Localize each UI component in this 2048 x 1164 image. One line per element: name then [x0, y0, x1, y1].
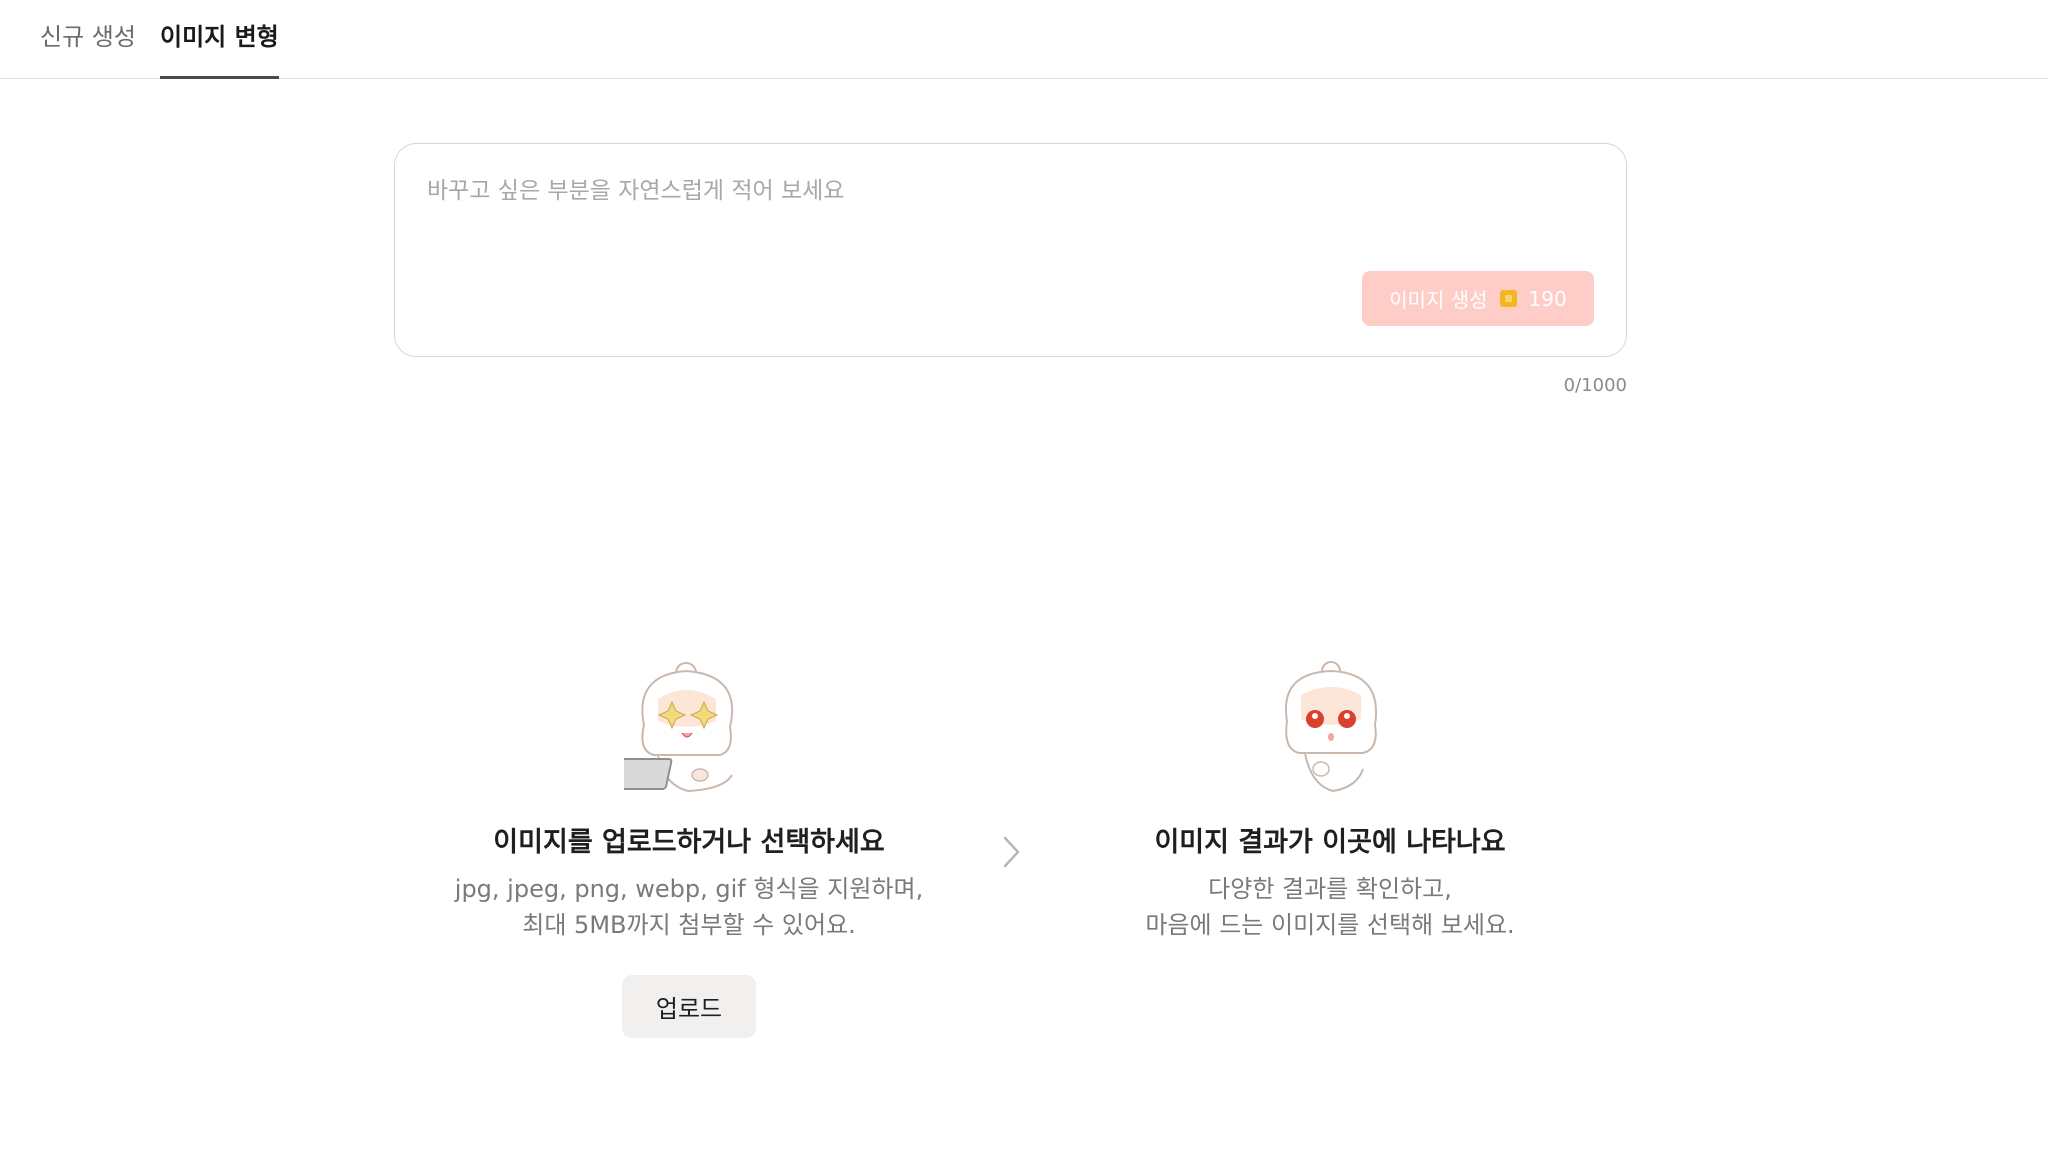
result-panel: 이미지 결과가 이곳에 나타나요 다양한 결과를 확인하고, 마음에 드는 이미… [1070, 655, 1590, 943]
tab-bar: 신규 생성 이미지 변형 [0, 0, 2048, 79]
generate-button-label: 이미지 생성 [1389, 288, 1488, 312]
upload-desc-line2: 최대 5MB까지 첨부할 수 있어요. [522, 911, 856, 939]
upload-panel: 이미지를 업로드하거나 선택하세요 jpg, jpeg, png, webp, … [424, 655, 954, 1038]
upload-description: jpg, jpeg, png, webp, gif 형식을 지원하며, 최대 5… [424, 871, 954, 943]
mascot-curious-illustration [1285, 661, 1377, 793]
coin-icon [1499, 290, 1517, 307]
char-counter: 0/1000 [1563, 375, 1627, 396]
result-title: 이미지 결과가 이곳에 나타나요 [1154, 827, 1506, 858]
mascot-laptop-illustration [624, 662, 734, 793]
result-description: 다양한 결과를 확인하고, 마음에 드는 이미지를 선택해 보세요. [1070, 871, 1590, 943]
upload-desc-line1: jpg, jpeg, png, webp, gif 형식을 지원하며, [454, 875, 924, 903]
result-desc-line2: 마음에 드는 이미지를 선택해 보세요. [1145, 911, 1515, 939]
upload-title: 이미지를 업로드하거나 선택하세요 [493, 827, 885, 858]
generate-cost: 190 [1528, 286, 1567, 311]
prompt-box: 이미지 생성 190 [394, 143, 1627, 357]
upload-button[interactable]: 업로드 [622, 975, 756, 1038]
chevron-right-icon [1003, 836, 1020, 868]
tab-new-generation[interactable]: 신규 생성 [40, 20, 136, 78]
generate-image-button[interactable]: 이미지 생성 190 [1362, 271, 1594, 326]
result-desc-line1: 다양한 결과를 확인하고, [1208, 875, 1452, 903]
tab-image-transform[interactable]: 이미지 변형 [160, 20, 279, 79]
